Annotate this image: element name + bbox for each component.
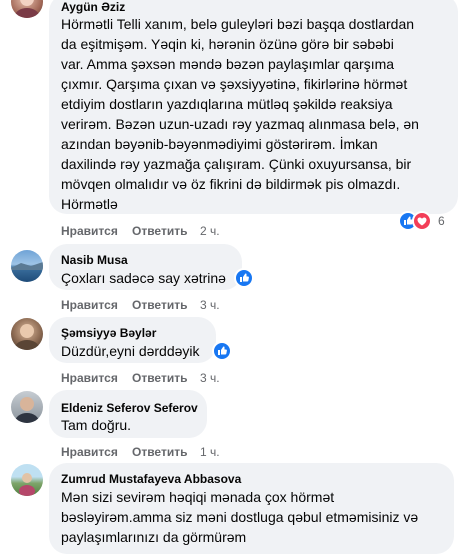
user-photo-icon [19,473,35,496]
comment-bubble: Aygün Əziz Hörmətli Telli xanım, belə gu… [49,0,458,214]
reply-link[interactable]: Ответить [132,298,187,312]
love-reaction-icon [412,211,432,231]
comment-author[interactable]: Şəmsiyyə Bəylər [61,325,156,341]
reactions-summary[interactable]: 6 [398,211,448,231]
reply-link[interactable]: Ответить [132,371,187,385]
user-photo-icon [15,0,39,18]
avatar[interactable] [11,318,43,350]
like-reaction-icon[interactable] [212,341,232,361]
avatar[interactable] [11,391,43,423]
reaction-count: 6 [438,214,445,228]
comment-author[interactable]: Aygün Əziz [61,0,125,15]
comment-time[interactable]: 3 ч. [200,371,220,385]
comment-text: Hörmətli Telli xanım, belə guleyləri bəz… [61,16,419,212]
comment-time[interactable]: 2 ч. [200,224,220,238]
comment-text: Çoxları sadəcə say xətrinə [61,270,226,286]
comment-author[interactable]: Zumrud Mustafayeva Abbasova [61,471,241,487]
user-photo-icon [15,397,39,423]
comment-bubble: Zumrud Mustafayeva Abbasova Mən sizi sev… [49,463,454,554]
avatar[interactable] [11,464,43,496]
like-reaction-icon[interactable] [234,268,254,288]
like-link[interactable]: Нравится [61,224,118,238]
like-link[interactable]: Нравится [61,445,118,459]
like-link[interactable]: Нравится [61,298,118,312]
comment-author[interactable]: Eldeniz Seferov Seferov [61,400,198,416]
comment-time[interactable]: 1 ч. [200,445,220,459]
comment-bubble: Eldeniz Seferov Seferov Tam doğru. [49,390,207,438]
comment-time[interactable]: 3 ч. [200,298,220,312]
comment-text: Tam doğru. [61,417,132,433]
comment-text: Mən sizi sevirəm həqiqi mənada çox hörmə… [61,489,419,545]
reply-link[interactable]: Ответить [132,445,187,459]
avatar[interactable] [11,250,43,282]
comment-text: Düzdür,eyni dərddəyik [61,343,200,359]
like-link[interactable]: Нравится [61,371,118,385]
comment-bubble: Nasib Musa Çoxları sadəcə say xətrinə [49,244,242,290]
user-photo-icon [15,324,39,350]
landscape-photo-icon [11,262,43,270]
comment-bubble: Şəmsiyyə Bəylər Düzdür,eyni dərddəyik [49,317,216,363]
avatar[interactable] [11,0,43,18]
comment-author[interactable]: Nasib Musa [61,252,128,268]
reply-link[interactable]: Ответить [132,224,187,238]
